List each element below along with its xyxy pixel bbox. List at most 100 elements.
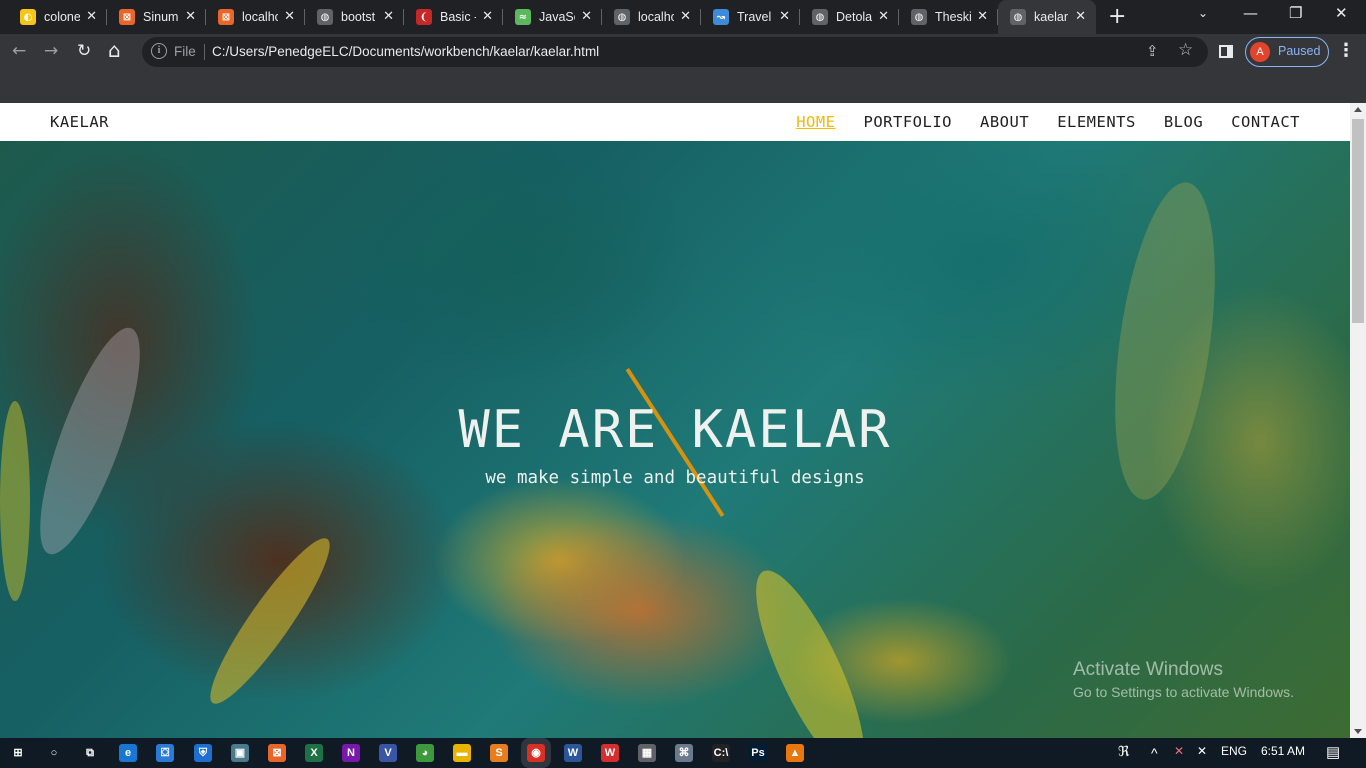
scrollbar-thumb[interactable]	[1352, 119, 1364, 323]
browser-tab[interactable]: ⊠ Sinum ✕	[107, 0, 206, 34]
tab-favicon-icon: ◍	[812, 9, 828, 25]
clock[interactable]: 6:51 AM	[1261, 744, 1305, 758]
app-green-icon[interactable]: ◕	[416, 744, 434, 762]
tab-title: localho	[242, 10, 278, 24]
site-brand[interactable]: KAELAR	[50, 113, 109, 131]
back-button[interactable]: ←	[12, 41, 26, 61]
close-tab-icon[interactable]: ✕	[185, 9, 196, 24]
visio-icon[interactable]: V	[379, 744, 397, 762]
paint-streak	[196, 527, 344, 715]
browser-tab[interactable]: ◍ kaelar ✕	[998, 0, 1096, 34]
close-tab-icon[interactable]: ✕	[284, 9, 295, 24]
bookmark-star-icon[interactable]: ☆	[1178, 40, 1193, 60]
store-icon[interactable]: ⛋	[156, 744, 174, 762]
nav-link-elements[interactable]: ELEMENTS	[1057, 113, 1136, 131]
photoshop-icon[interactable]: Ps	[749, 744, 767, 762]
url-text[interactable]: C:/Users/PenedgeELC/Documents/workbench/…	[212, 44, 599, 59]
nav-link-contact[interactable]: CONTACT	[1231, 113, 1300, 131]
close-tab-icon[interactable]: ✕	[482, 9, 493, 24]
home-button[interactable]: ⌂	[108, 38, 121, 62]
new-tab-button[interactable]: +	[1108, 4, 1126, 29]
xampp-icon[interactable]: ⊠	[268, 744, 286, 762]
nav-link-portfolio[interactable]: PORTFOLIO	[864, 113, 953, 131]
activate-windows-watermark: Activate Windows Go to Settings to activ…	[1073, 659, 1294, 700]
scheme-label: File	[174, 44, 196, 59]
hero-subtitle: we make simple and beautiful designs	[485, 468, 865, 488]
close-tab-icon[interactable]: ✕	[680, 9, 691, 24]
browser-tab[interactable]: ◐ colone ✕	[8, 0, 107, 34]
excel-icon[interactable]: X	[305, 744, 323, 762]
tab-favicon-icon: ↝	[713, 9, 729, 25]
page-viewport: KAELAR HOME PORTFOLIO ABOUT ELEMENTS BLOG CON…	[0, 103, 1350, 738]
defender-icon[interactable]: ⛨	[194, 744, 212, 762]
browser-tab[interactable]: ⊠ localho ✕	[206, 0, 305, 34]
nav-link-home[interactable]: HOME	[796, 113, 835, 131]
chrome-icon[interactable]: ◉	[527, 744, 545, 762]
side-panel-icon[interactable]	[1219, 45, 1233, 58]
onenote-icon[interactable]: N	[342, 744, 360, 762]
site-info-icon[interactable]: i	[151, 43, 167, 59]
scroll-down-arrow-icon[interactable]	[1354, 729, 1362, 734]
browser-tab[interactable]: ↝ Travel ✕	[701, 0, 800, 34]
windows-taskbar: ⊞ ○ ⧉ e ⛋ ⛨ ▣ ⊠ X N V ◕ ▬ S ◉ W W ▦ ⌘ C:\ Ps ▲ ℜ ^ ✕ ✕ ENG 6:…	[0, 738, 1366, 768]
tab-title: JavaSc	[539, 10, 575, 24]
tray-chevron-icon[interactable]: ^	[1151, 745, 1158, 761]
nav-link-about[interactable]: ABOUT	[980, 113, 1029, 131]
close-tab-icon[interactable]: ✕	[581, 9, 592, 24]
share-icon[interactable]: ⇪	[1146, 42, 1159, 60]
close-tab-icon[interactable]: ✕	[383, 9, 394, 24]
page-scrollbar[interactable]	[1350, 103, 1366, 738]
tab-favicon-icon: ❨	[416, 9, 432, 25]
tab-title: kaelar	[1034, 10, 1069, 24]
search-icon[interactable]: ○	[45, 744, 63, 762]
close-window-button[interactable]: ✕	[1335, 4, 1348, 22]
photos-icon[interactable]: ▣	[231, 744, 249, 762]
close-tab-icon[interactable]: ✕	[86, 9, 97, 24]
close-tab-icon[interactable]: ✕	[1075, 9, 1086, 24]
profile-button[interactable]: A Paused	[1245, 37, 1329, 67]
omnibox-divider	[204, 44, 205, 60]
hero-title: WE ARE KAELAR	[458, 400, 892, 460]
maximize-button[interactable]: ❐	[1289, 4, 1302, 22]
minimize-button[interactable]: —	[1243, 4, 1258, 22]
file-explorer-icon[interactable]: ▬	[453, 744, 471, 762]
close-tab-icon[interactable]: ✕	[779, 9, 790, 24]
edge-icon[interactable]: e	[119, 744, 137, 762]
browser-tab[interactable]: ◍ localho ✕	[602, 0, 701, 34]
browser-tab[interactable]: ◍ Theski ✕	[899, 0, 998, 34]
windows-start-icon[interactable]: ⊞	[9, 744, 27, 762]
people-icon[interactable]: ℜ	[1118, 743, 1129, 760]
sublime-icon[interactable]: S	[490, 744, 508, 762]
reload-button[interactable]: ↻	[77, 41, 91, 61]
browser-tab[interactable]: ◍ Detola ✕	[800, 0, 899, 34]
calculator-icon[interactable]: ▦	[638, 744, 656, 762]
tab-search-icon[interactable]: ⌄	[1198, 6, 1208, 20]
close-tab-icon[interactable]: ✕	[977, 9, 988, 24]
hero-section: WE ARE KAELAR we make simple and beautif…	[0, 141, 1350, 738]
wps-icon[interactable]: W	[601, 744, 619, 762]
notifications-icon[interactable]: ▤	[1326, 743, 1340, 761]
tab-favicon-icon: ⊠	[218, 9, 234, 25]
browser-tab[interactable]: ≈ JavaSc ✕	[503, 0, 602, 34]
address-bar[interactable]: i File C:/Users/PenedgeELC/Documents/wor…	[142, 37, 1208, 67]
browser-tab[interactable]: ❨ Basic - ✕	[404, 0, 503, 34]
network-icon[interactable]: ✕	[1174, 744, 1184, 758]
word-icon[interactable]: W	[564, 744, 582, 762]
nav-link-blog[interactable]: BLOG	[1164, 113, 1203, 131]
vlc-icon[interactable]: ▲	[786, 744, 804, 762]
network-app-icon[interactable]: ⌘	[675, 744, 693, 762]
language-indicator[interactable]: ENG	[1221, 744, 1247, 758]
profile-status: Paused	[1278, 44, 1321, 58]
watermark-subtitle: Go to Settings to activate Windows.	[1073, 684, 1294, 700]
tab-title: Theski	[935, 10, 971, 24]
close-tab-icon[interactable]: ✕	[878, 9, 889, 24]
tab-title: Basic -	[440, 10, 476, 24]
volume-icon[interactable]: ✕	[1197, 744, 1207, 758]
scroll-up-arrow-icon[interactable]	[1354, 107, 1362, 112]
task-view-icon[interactable]: ⧉	[81, 744, 99, 762]
cmd-icon[interactable]: C:\	[712, 744, 730, 762]
tab-strip: ◐ colone ✕ ⊠ Sinum ✕ ⊠ localho ✕ ◍ bootst ✕ ❨ Basic -…	[0, 0, 1366, 34]
forward-button[interactable]: →	[44, 41, 58, 61]
browser-tab[interactable]: ◍ bootst ✕	[305, 0, 404, 34]
menu-icon[interactable]: ⋮	[1337, 40, 1355, 61]
